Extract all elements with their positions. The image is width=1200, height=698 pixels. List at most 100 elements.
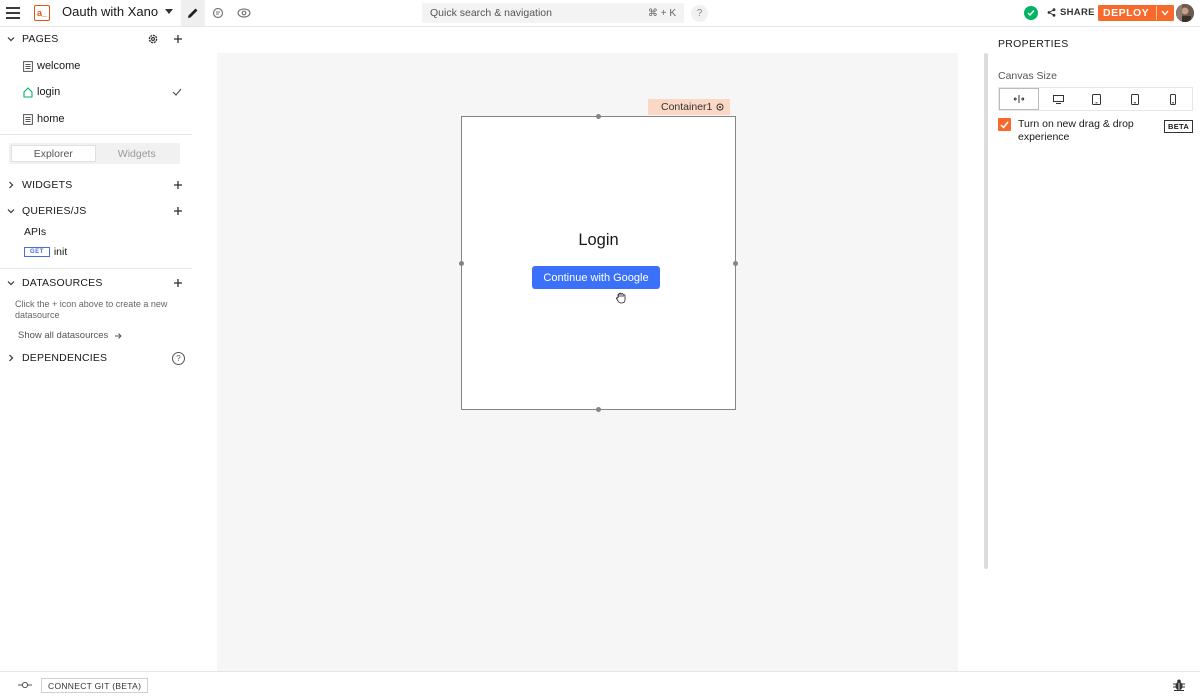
- query-name: init: [53, 246, 68, 258]
- page-item-home[interactable]: home: [0, 107, 192, 131]
- canvas-size-selector: [998, 87, 1193, 111]
- container-name: Container1: [661, 101, 713, 113]
- page-name: welcome: [37, 60, 81, 72]
- caret-down-icon: [165, 9, 174, 14]
- http-method-badge: GET: [24, 247, 50, 257]
- widget-name-tag[interactable]: Container1: [648, 99, 731, 115]
- datasources-label: DATASOURCES: [22, 277, 103, 289]
- resize-handle-right[interactable]: [733, 261, 738, 266]
- dependencies-section-header[interactable]: DEPENDENCIES ?: [0, 347, 192, 369]
- show-all-datasources-link[interactable]: Show all datasources: [18, 330, 123, 341]
- chevron-down-icon: [7, 281, 15, 286]
- avatar[interactable]: [1176, 4, 1194, 22]
- check-icon: [1000, 121, 1009, 129]
- apis-group[interactable]: APIs: [24, 226, 46, 238]
- grab-cursor-icon: [616, 292, 626, 304]
- deploy-button[interactable]: DEPLOY: [1098, 5, 1175, 21]
- arrow-right-icon: [115, 332, 123, 339]
- search-shortcut: ⌘ + K: [647, 7, 676, 19]
- login-heading: Login: [578, 231, 619, 249]
- quick-search-bar[interactable]: Quick search & navigation ⌘ + K: [422, 3, 684, 23]
- home-icon: [23, 86, 33, 98]
- page-icon: [23, 113, 33, 125]
- deploy-label: DEPLOY: [1103, 7, 1150, 19]
- tablet-landscape-option[interactable]: [1077, 88, 1115, 110]
- connect-git-button[interactable]: CONNECT GIT (BETA): [41, 678, 149, 693]
- left-sidebar: PAGES welcome login home Explorer Widget…: [0, 27, 192, 671]
- top-bar: a_ Oauth with Xano Quick search & naviga…: [0, 0, 1200, 27]
- continue-with-google-button[interactable]: Continue with Google: [532, 266, 660, 289]
- queries-label: QUERIES/JS: [22, 205, 87, 217]
- divider: [0, 134, 192, 135]
- comment-icon: [212, 7, 224, 19]
- pages-label: PAGES: [22, 33, 59, 45]
- query-item-init[interactable]: GET init: [24, 246, 67, 258]
- add-query-icon[interactable]: [173, 206, 183, 216]
- resize-handle-left[interactable]: [459, 261, 464, 266]
- properties-pane: PROPERTIES Canvas Size Turn on new drag …: [988, 27, 1200, 671]
- mobile-option[interactable]: [1154, 88, 1192, 110]
- tablet-option[interactable]: [1116, 88, 1154, 110]
- chevron-down-icon[interactable]: [1161, 10, 1169, 16]
- preview-mode-button[interactable]: [232, 0, 256, 26]
- datasources-section-header[interactable]: DATASOURCES: [0, 272, 192, 294]
- eye-icon: [237, 8, 251, 18]
- gear-icon[interactable]: [147, 33, 159, 45]
- saved-status-icon: [1024, 6, 1038, 20]
- fluid-width-icon: [1013, 95, 1025, 103]
- menu-icon[interactable]: [6, 6, 20, 20]
- page-item-login[interactable]: login: [0, 80, 192, 104]
- divider: [0, 268, 192, 269]
- dependencies-label: DEPENDENCIES: [22, 352, 108, 364]
- resize-handle-top[interactable]: [596, 114, 601, 119]
- bug-icon[interactable]: [1172, 678, 1186, 692]
- add-page-icon[interactable]: [173, 34, 183, 44]
- beta-badge: BETA: [1164, 120, 1194, 133]
- show-datasources-label: Show all datasources: [18, 330, 109, 341]
- share-button[interactable]: SHARE: [1047, 7, 1095, 18]
- page-icon: [23, 60, 33, 72]
- git-commit-icon: [18, 681, 32, 689]
- search-placeholder: Quick search & navigation: [430, 7, 552, 19]
- comment-mode-button[interactable]: [206, 0, 230, 26]
- mobile-icon: [1169, 93, 1176, 105]
- chevron-down-icon: [7, 37, 15, 42]
- tablet-landscape-icon: [1092, 93, 1101, 105]
- share-icon: [1047, 8, 1056, 17]
- settings-icon[interactable]: [716, 103, 724, 111]
- new-dnd-checkbox[interactable]: [998, 118, 1011, 131]
- fluid-width-option[interactable]: [999, 88, 1040, 110]
- deploy-divider: [1156, 6, 1158, 20]
- new-dnd-label[interactable]: Turn on new drag & drop experience: [1018, 118, 1148, 144]
- help-circle-icon[interactable]: ?: [172, 351, 185, 365]
- edit-mode-button[interactable]: [181, 0, 205, 26]
- app-logo[interactable]: a_: [34, 5, 50, 21]
- tab-explorer[interactable]: Explorer: [11, 145, 96, 162]
- add-datasource-icon[interactable]: [173, 278, 183, 288]
- resize-handle-bottom[interactable]: [596, 407, 601, 412]
- widgets-section-header[interactable]: WIDGETS: [0, 174, 192, 196]
- tablet-icon: [1130, 93, 1139, 105]
- chevron-down-icon: [7, 209, 15, 214]
- share-label: SHARE: [1060, 7, 1095, 18]
- check-icon: [172, 88, 182, 96]
- queries-section-header[interactable]: QUERIES/JS: [0, 200, 192, 222]
- app-name: Oauth with Xano: [62, 4, 159, 19]
- chevron-right-icon: [9, 181, 14, 189]
- sidebar-tabs: Explorer Widgets: [9, 143, 180, 164]
- tab-widgets[interactable]: Widgets: [96, 145, 179, 162]
- desktop-icon: [1052, 94, 1064, 104]
- page-name: login: [37, 86, 61, 98]
- pages-section-header[interactable]: PAGES: [0, 28, 192, 50]
- widgets-label: WIDGETS: [22, 179, 73, 191]
- chevron-right-icon: [9, 354, 14, 362]
- page-name: home: [37, 113, 65, 125]
- help-button[interactable]: ?: [691, 5, 708, 22]
- page-item-welcome[interactable]: welcome: [0, 54, 192, 78]
- desktop-option[interactable]: [1039, 88, 1077, 110]
- app-name-dropdown[interactable]: Oauth with Xano: [62, 4, 174, 19]
- datasources-help-text: Click the + icon above to create a new d…: [15, 299, 168, 320]
- container-widget[interactable]: [461, 116, 736, 410]
- canvas-size-label: Canvas Size: [998, 70, 1057, 82]
- add-widget-icon[interactable]: [173, 180, 183, 190]
